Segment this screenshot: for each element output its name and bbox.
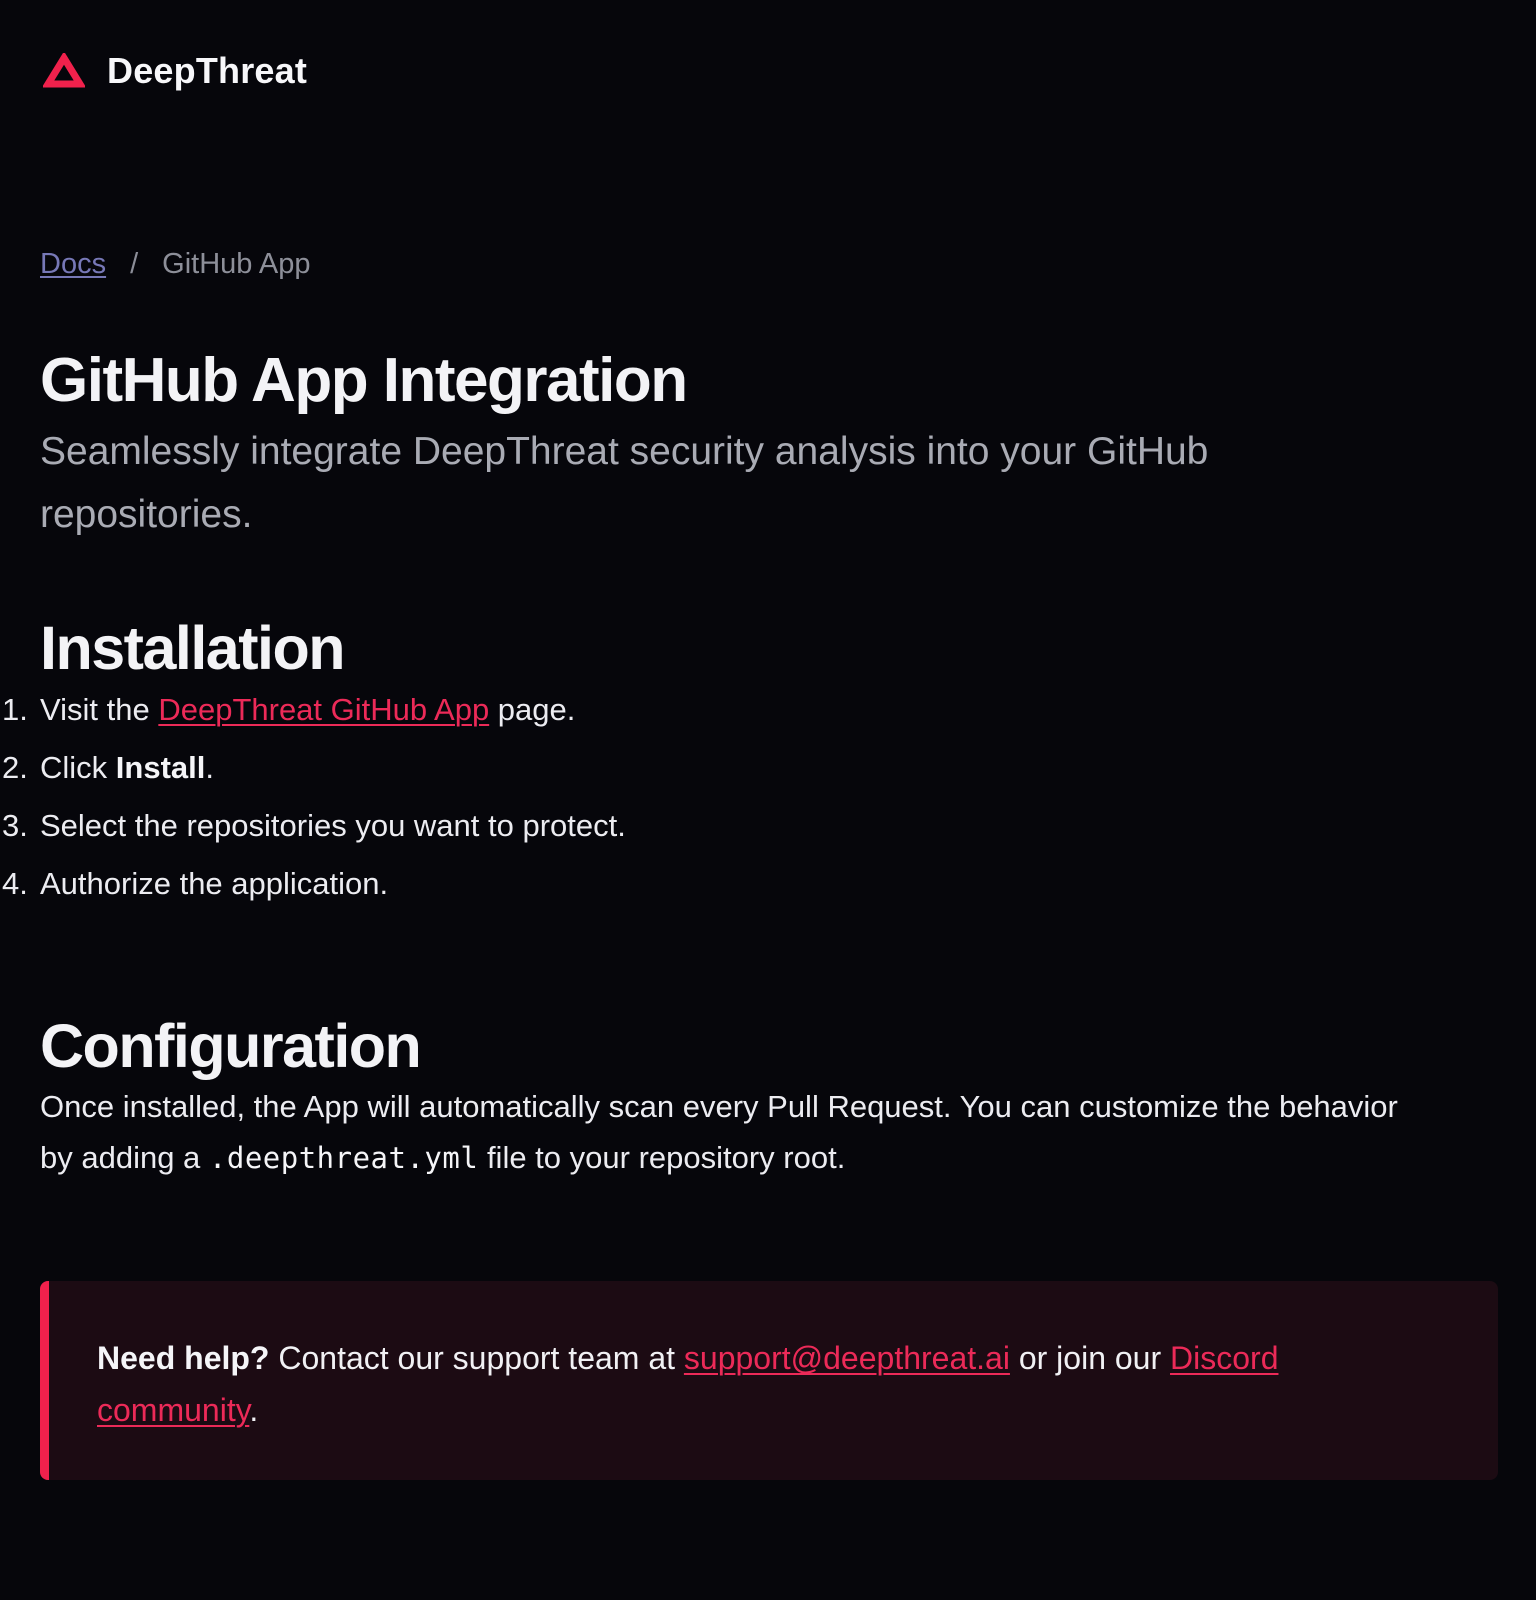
callout-text-2: or join our — [1009, 1340, 1171, 1376]
installation-heading: Installation — [40, 614, 345, 682]
breadcrumb: Docs / GitHub App — [40, 244, 310, 284]
page-title: GitHub App Integration — [40, 346, 688, 415]
callout-text-3: . — [249, 1392, 259, 1428]
configuration-description: Once installed, the App will automatical… — [40, 1081, 1415, 1184]
help-callout: Need help? Contact our support team at s… — [40, 1281, 1498, 1480]
configuration-text-after: file to your repository root. — [478, 1140, 846, 1175]
step-prefix: Click — [40, 750, 116, 785]
site-header: DeepThreat — [43, 48, 307, 94]
breadcrumb-separator: / — [130, 247, 139, 280]
step-number: 1. — [2, 692, 28, 727]
triangle-icon[interactable] — [43, 53, 85, 89]
brand-name[interactable]: DeepThreat — [107, 53, 307, 89]
page-subtitle: Seamlessly integrate DeepThreat security… — [40, 430, 1209, 536]
installation-steps: 1. Visit the DeepThreat GitHub App page.… — [0, 681, 1000, 913]
support-email-link[interactable]: support@deepthreat.ai — [684, 1340, 1010, 1376]
step-suffix: . — [205, 750, 214, 785]
step-text: Click Install. — [40, 739, 214, 797]
step-number: 3. — [2, 808, 28, 843]
step-prefix: Visit the — [40, 692, 159, 727]
step-text: Select the repositories you want to prot… — [40, 808, 626, 843]
installation-step-4: 4. Authorize the application. — [0, 855, 1000, 913]
installation-step-1: 1. Visit the DeepThreat GitHub App page. — [0, 681, 1000, 739]
breadcrumb-docs-link[interactable]: Docs — [40, 249, 106, 279]
breadcrumb-current-page: GitHub App — [162, 247, 311, 280]
step-text: Visit the DeepThreat GitHub App page. — [40, 681, 575, 739]
installation-step-3: 3. Select the repositories you want to p… — [0, 797, 1000, 855]
install-label: Install — [115, 750, 206, 785]
installation-step-2: 2. Click Install. — [0, 739, 1000, 797]
deepthreat-github-app-link[interactable]: DeepThreat GitHub App — [158, 692, 489, 727]
need-help-label: Need help? — [97, 1340, 270, 1376]
step-text: Authorize the application. — [40, 866, 389, 901]
step-number: 4. — [2, 866, 28, 901]
callout-text: Need help? Contact our support team at s… — [97, 1332, 1417, 1436]
step-number: 2. — [2, 750, 28, 785]
step-suffix: page. — [489, 692, 576, 727]
configuration-heading: Configuration — [40, 1012, 422, 1080]
callout-text-1: Contact our support team at — [269, 1340, 684, 1376]
config-file-name: .deepthreat.yml — [208, 1141, 479, 1175]
